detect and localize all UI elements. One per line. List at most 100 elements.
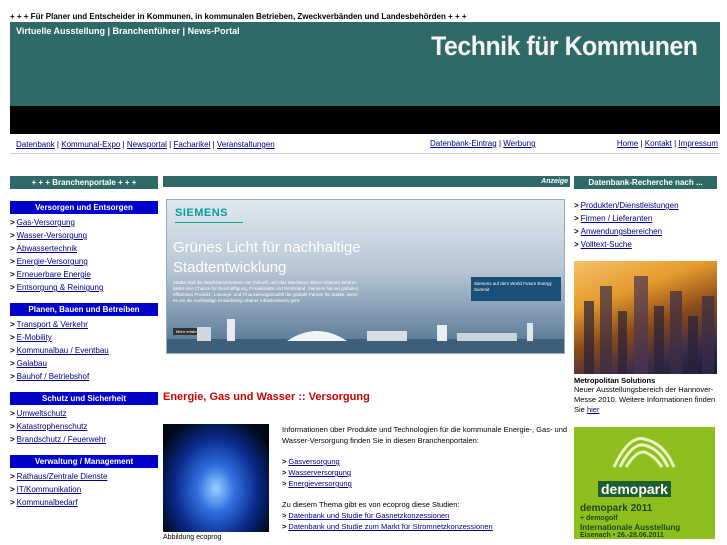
sidebar-item-brandschutz[interactable]: > Brandschutz / Feuerwehr	[10, 433, 158, 446]
sidebar-item-label[interactable]: IT/Kommunikation	[17, 485, 81, 494]
arrow-icon: >	[10, 409, 15, 418]
main-content: Anzeige SIEMENS Grünes Licht für nachhal…	[163, 176, 570, 541]
link-impressum[interactable]: Impressum	[678, 139, 718, 148]
ad-ticker: Anzeige	[163, 176, 570, 187]
sidebar-item-label[interactable]: Entsorgung & Reinigung	[17, 283, 104, 292]
recherche-item-volltext[interactable]: > Volltext-Suche	[574, 238, 717, 251]
section-heading: Verwaltung / Management	[10, 455, 158, 468]
sidebar-item-umweltschutz[interactable]: > Umweltschutz	[10, 407, 158, 420]
study-link-row[interactable]: > Datenbank und Studie zum Markt für Stro…	[282, 521, 572, 532]
studies-intro: Zu diesem Thema gibt es von ecoprog dies…	[282, 500, 460, 509]
recherche-item-firmen[interactable]: > Firmen / Lieferanten	[574, 212, 717, 225]
demopark-year: demopark 2011	[580, 503, 653, 514]
sidebar-item-wasser[interactable]: > Wasser-Versorgung	[10, 229, 158, 242]
sidebar-item-kommunalbedarf[interactable]: > Kommunalbedarf	[10, 496, 158, 509]
sidebar-item-erneuerbare[interactable]: > Erneuerbare Energie	[10, 268, 158, 281]
sidebar-item-entsorgung[interactable]: > Entsorgung & Reinigung	[10, 281, 158, 294]
logo-underline	[175, 222, 243, 223]
link-gasversorgung[interactable]: Gasversorgung	[288, 457, 339, 466]
branchenportale-heading: + + + Branchenportale + + +	[10, 176, 158, 189]
link-study-gas[interactable]: Datenbank und Studie für Gasnetzkonzessi…	[288, 511, 449, 520]
link-newsportal[interactable]: Newsportal	[127, 140, 167, 149]
intro-paragraph: Informationen über Produkte und Technolo…	[282, 425, 568, 445]
arrow-icon: >	[282, 522, 287, 531]
section-verwaltung: Verwaltung / Management > Rathaus/Zentral…	[10, 455, 158, 509]
sidebar-item-label[interactable]: Gas-Versorgung	[17, 218, 75, 227]
sidebar-item-emobility[interactable]: > E-Mobility	[10, 331, 158, 344]
sidebar-item-label[interactable]: Kommunalbau / Eventbau	[17, 346, 109, 355]
link-hier[interactable]: hier	[587, 405, 600, 414]
sidebar-item-label[interactable]: Transport & Verkehr	[17, 320, 88, 329]
link-fachartikel[interactable]: Facharikel	[173, 140, 210, 149]
sidebar-item-transport[interactable]: > Transport & Verkehr	[10, 318, 158, 331]
sidebar-item-label[interactable]: Abwassertechnik	[17, 244, 77, 253]
sidebar-item-label[interactable]: Katastrophenschutz	[17, 422, 88, 431]
arrow-icon: >	[574, 240, 579, 249]
sidebar-item-rathaus[interactable]: > Rathaus/Zentrale Dienste	[10, 470, 158, 483]
section-title: Energie, Gas und Wasser :: Versorgung	[163, 391, 370, 403]
link-home[interactable]: Home	[617, 139, 638, 148]
section-heading: Planen, Bauen und Betreiben	[10, 303, 158, 316]
sidebar-item-label[interactable]: Galabau	[17, 359, 47, 368]
portal-link-row[interactable]: > Gasversorgung	[282, 456, 572, 467]
recherche-item-label[interactable]: Anwendungsbereichen	[581, 227, 662, 236]
arrow-icon: >	[10, 218, 15, 227]
sidebar-item-label[interactable]: Bauhof / Betriebshof	[17, 372, 90, 381]
sidebar-item-label[interactable]: Energie-Versorgung	[17, 257, 88, 266]
metropolitan-city-image[interactable]	[574, 261, 717, 374]
sidebar-item-label[interactable]: E-Mobility	[17, 333, 52, 342]
arrow-icon: >	[10, 257, 15, 266]
siemens-advertisement[interactable]: SIEMENS Grünes Licht für nachhaltige Sta…	[166, 199, 565, 354]
link-energieversorgung[interactable]: Energieversorgung	[288, 479, 351, 488]
arrow-icon: >	[10, 422, 15, 431]
recherche-item-label[interactable]: Volltext-Suche	[581, 240, 632, 249]
demopark-date: Eisenach • 26.-28.06.2011	[580, 532, 664, 539]
sidebar-item-it[interactable]: > IT/Kommunikation	[10, 483, 158, 496]
arrow-icon: >	[10, 435, 15, 444]
recherche-item-produkte[interactable]: > Produkten/Dienstleistungen	[574, 199, 717, 212]
link-datenbank-eintrag[interactable]: Datenbank-Eintrag	[430, 139, 497, 148]
city-skyline-illustration	[167, 319, 564, 353]
sidebar-item-label[interactable]: Rathaus/Zentrale Dienste	[17, 472, 108, 481]
arrow-icon: >	[10, 359, 15, 368]
sidebar-item-galabau[interactable]: > Galabau	[10, 357, 158, 370]
link-werbung[interactable]: Werbung	[503, 139, 535, 148]
link-wasserversorgung[interactable]: Wasserversorgung	[288, 468, 351, 477]
arrow-icon: >	[10, 244, 15, 253]
section-planen: Planen, Bauen und Betreiben > Transport &…	[10, 303, 158, 383]
portal-link-row[interactable]: > Energieversorgung	[282, 478, 572, 489]
site-tagline: + + + Für Planer und Entscheider in Komm…	[10, 12, 467, 21]
sidebar-item-abwasser[interactable]: > Abwassertechnik	[10, 242, 158, 255]
portal-link-row[interactable]: > Wasserversorgung	[282, 467, 572, 478]
link-kommunal-expo[interactable]: Kommunal-Expo	[61, 140, 120, 149]
summit-badge[interactable]: Siemens auf dem World Future Energy Summ…	[471, 277, 561, 301]
recherche-item-label[interactable]: Firmen / Lieferanten	[581, 214, 653, 223]
link-veranstaltungen[interactable]: Veranstaltungen	[217, 140, 275, 149]
recherche-item-anwendung[interactable]: > Anwendungsbereichen	[574, 225, 717, 238]
arrow-icon: >	[574, 201, 579, 210]
recherche-item-label[interactable]: Produkten/Dienstleistungen	[581, 201, 679, 210]
study-link-row[interactable]: > Datenbank und Studie für Gasnetzkonzess…	[282, 510, 572, 521]
sidebar-item-label[interactable]: Wasser-Versorgung	[17, 231, 87, 240]
demopark-banner[interactable]: demopark demopark 2011 + demogolf Intern…	[574, 427, 715, 539]
sidebar-item-energie[interactable]: > Energie-Versorgung	[10, 255, 158, 268]
sidebar-item-katastrophenschutz[interactable]: > Katastrophenschutz	[10, 420, 158, 433]
sidebar-item-gas[interactable]: > Gas-Versorgung	[10, 216, 158, 229]
sidebar-item-label[interactable]: Kommunalbedarf	[17, 498, 78, 507]
sidebar-item-label[interactable]: Umweltschutz	[17, 409, 67, 418]
header-black-bar	[10, 106, 720, 134]
recherche-heading: Datenbank-Recherche nach ...	[574, 176, 717, 189]
secondary-links: Datenbank-Eintrag | Werbung	[430, 139, 536, 148]
top-navigation[interactable]: Virtuelle Ausstellung | Branchenführer |…	[16, 26, 240, 36]
sidebar-item-label[interactable]: Erneuerbare Energie	[17, 270, 91, 279]
link-datenbank[interactable]: Datenbank	[16, 140, 55, 149]
metropolitan-title: Metropolitan Solutions	[574, 376, 656, 385]
sidebar-item-kommunalbau[interactable]: > Kommunalbau / Eventbau	[10, 344, 158, 357]
link-study-strom[interactable]: Datenbank und Studie zum Markt für Strom…	[288, 522, 492, 531]
link-kontakt[interactable]: Kontakt	[645, 139, 672, 148]
utility-links: Home | Kontakt | Impressum	[616, 139, 718, 148]
right-sidebar: Datenbank-Recherche nach ... > Produkten/…	[574, 176, 717, 539]
sidebar-item-label[interactable]: Brandschutz / Feuerwehr	[17, 435, 106, 444]
arrow-icon: >	[574, 214, 579, 223]
sidebar-item-bauhof[interactable]: > Bauhof / Betriebshof	[10, 370, 158, 383]
